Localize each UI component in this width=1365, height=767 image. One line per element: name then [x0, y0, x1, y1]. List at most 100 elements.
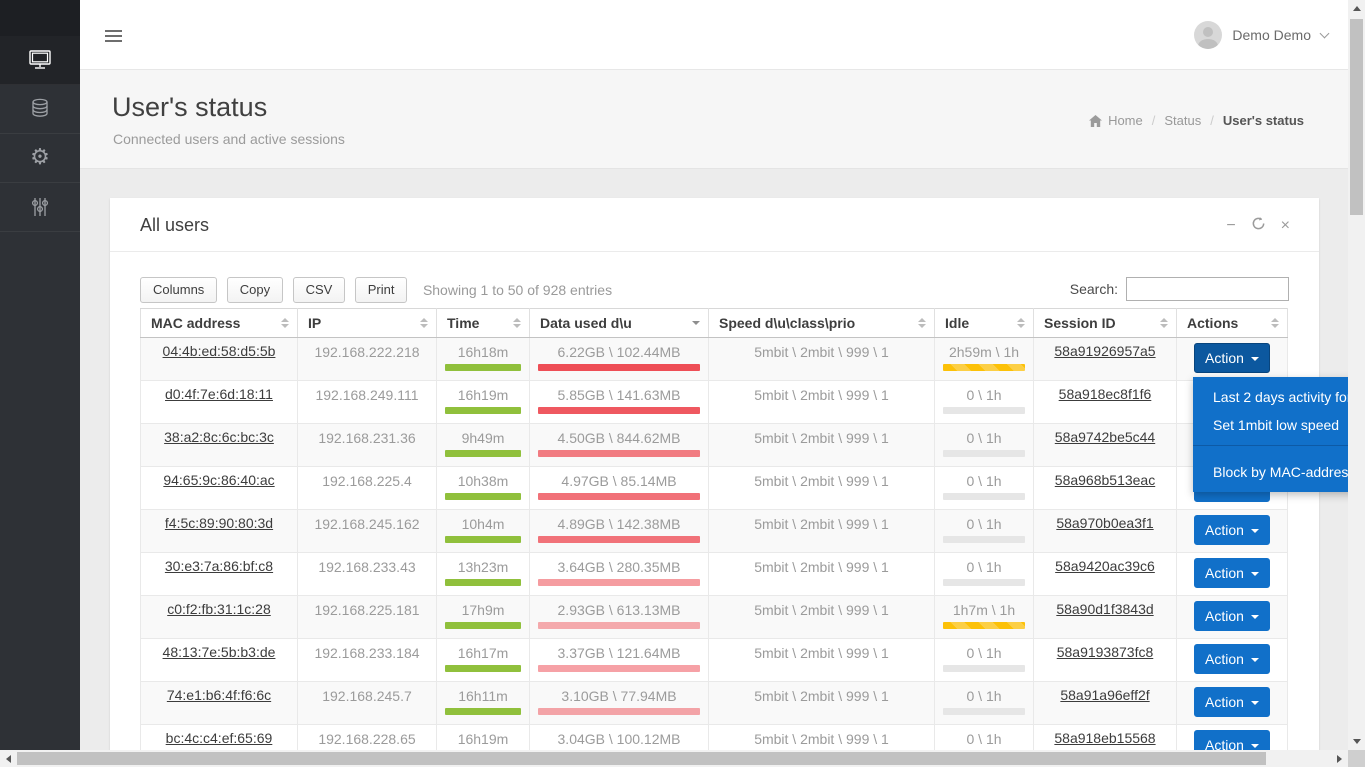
menu-item-block-by-mac[interactable]: Block by MAC-address [1193, 458, 1365, 486]
column-header[interactable]: Speed d\u\class\prio [708, 308, 935, 338]
idle-progress-bar [943, 493, 1025, 500]
mac-link[interactable]: d0:4f:7e:6d:18:11 [165, 386, 273, 402]
breadcrumb-separator: / [1210, 113, 1214, 128]
idle-cell: 0 \ 1h [934, 509, 1034, 553]
action-button[interactable]: Action [1194, 687, 1270, 717]
session-link[interactable]: 58a918eb15568 [1054, 730, 1155, 746]
table-row: 94:65:9c:86:40:ac 192.168.225.4 10h38m 4… [140, 466, 1288, 510]
session-cell: 58a968b513eac [1033, 466, 1177, 510]
column-header[interactable]: Time [436, 308, 530, 338]
session-cell: 58a9420ac39c6 [1033, 552, 1177, 596]
mac-link[interactable]: 30:e3:7a:86:bf:c8 [165, 558, 273, 574]
time-progress-bar [445, 364, 521, 371]
breadcrumb-home-link[interactable]: Home [1108, 113, 1143, 128]
sort-icon [918, 318, 926, 328]
time-progress-bar [445, 622, 521, 629]
search-input[interactable] [1126, 277, 1289, 301]
action-button[interactable]: Action [1194, 644, 1270, 674]
refresh-icon[interactable] [1251, 216, 1266, 236]
scroll-left-arrow-icon[interactable] [0, 750, 17, 767]
session-link[interactable]: 58a9193873fc8 [1057, 644, 1154, 660]
sidebar-logo-area [0, 0, 80, 36]
idle-cell: 0 \ 1h [934, 466, 1034, 510]
mac-link[interactable]: 48:13:7e:5b:b3:de [163, 644, 276, 660]
mac-link[interactable]: 74:e1:b6:4f:f6:6c [167, 687, 271, 703]
vertical-scrollbar[interactable] [1348, 0, 1365, 750]
data-progress-bar [538, 536, 700, 543]
column-header[interactable]: Idle [934, 308, 1034, 338]
data-progress-bar [538, 493, 700, 500]
scroll-up-arrow-icon[interactable] [1348, 0, 1365, 17]
action-button[interactable]: Action [1194, 343, 1270, 373]
panel-header: All users − × [110, 198, 1319, 252]
speed-cell: 5mbit \ 2mbit \ 999 \ 1 [708, 638, 935, 682]
print-button[interactable]: Print [354, 277, 408, 303]
sidebar-item-database[interactable] [0, 85, 80, 134]
mac-link[interactable]: bc:4c:c4:ef:65:69 [166, 730, 273, 746]
mac-cell: 30:e3:7a:86:bf:c8 [140, 552, 298, 596]
menu-item-set-low-speed[interactable]: Set 1mbit low speed [1193, 411, 1365, 439]
time-progress-bar [445, 665, 521, 672]
close-icon[interactable]: × [1281, 217, 1290, 235]
column-header[interactable]: Data used d\u [529, 308, 709, 338]
database-icon [28, 97, 52, 121]
session-link[interactable]: 58a918ec8f1f6 [1059, 386, 1152, 402]
mac-link[interactable]: f4:5c:89:90:80:3d [165, 515, 273, 531]
menu-item-last-2-days-activity[interactable]: Last 2 days activity for t [1193, 383, 1365, 411]
data-used-cell: 6.22GB \ 102.44MB [529, 337, 709, 381]
sidebar-item-settings[interactable]: ⚙ [0, 134, 80, 183]
idle-progress-bar [943, 665, 1025, 672]
column-header[interactable]: Actions [1176, 308, 1288, 338]
mac-link[interactable]: c0:f2:fb:31:1c:28 [167, 601, 271, 617]
ip-cell: 192.168.225.4 [297, 466, 437, 510]
data-used-cell: 3.64GB \ 280.35MB [529, 552, 709, 596]
data-progress-bar [538, 708, 700, 715]
session-link[interactable]: 58a9420ac39c6 [1055, 558, 1155, 574]
data-used-cell: 4.97GB \ 85.14MB [529, 466, 709, 510]
scroll-right-arrow-icon[interactable] [1331, 750, 1348, 767]
user-menu[interactable]: Demo Demo [1194, 0, 1330, 70]
ip-cell: 192.168.249.111 [297, 380, 437, 424]
copy-button[interactable]: Copy [226, 277, 284, 303]
mac-link[interactable]: 04:4b:ed:58:d5:5b [163, 343, 276, 359]
panel-title: All users [140, 215, 210, 235]
sidebar-item-tools[interactable] [0, 183, 80, 232]
csv-button[interactable]: CSV [292, 277, 346, 303]
collapse-icon[interactable]: − [1226, 217, 1235, 235]
speed-cell: 5mbit \ 2mbit \ 999 \ 1 [708, 466, 935, 510]
session-link[interactable]: 58a970b0ea3f1 [1056, 515, 1153, 531]
avatar [1194, 21, 1223, 49]
mac-cell: c0:f2:fb:31:1c:28 [140, 595, 298, 639]
columns-button[interactable]: Columns [140, 277, 218, 303]
vertical-scrollbar-thumb[interactable] [1350, 19, 1363, 215]
caret-down-icon [1250, 529, 1259, 533]
column-header[interactable]: IP [297, 308, 437, 338]
horizontal-scrollbar-thumb[interactable] [17, 752, 1266, 765]
top-navbar: Demo Demo [80, 0, 1348, 70]
breadcrumb-status-link[interactable]: Status [1164, 113, 1201, 128]
horizontal-scrollbar[interactable] [0, 750, 1348, 767]
mac-link[interactable]: 38:a2:8c:6c:bc:3c [164, 429, 274, 445]
time-cell: 10h4m [436, 509, 530, 553]
session-link[interactable]: 58a90d1f3843d [1056, 601, 1153, 617]
table-row: c0:f2:fb:31:1c:28 192.168.225.181 17h9m … [140, 595, 1288, 639]
sidebar-item-status[interactable] [0, 36, 80, 85]
column-header[interactable]: Session ID [1033, 308, 1177, 338]
page-title: User's status [112, 92, 268, 122]
actions-cell: Action [1176, 337, 1288, 381]
hamburger-menu-icon[interactable] [105, 30, 122, 45]
action-button[interactable]: Action [1194, 601, 1270, 631]
gear-icon: ⚙ [30, 145, 50, 170]
session-link[interactable]: 58a9742be5c44 [1055, 429, 1155, 445]
action-button[interactable]: Action [1194, 515, 1270, 545]
column-header[interactable]: MAC address [140, 308, 298, 338]
session-cell: 58a970b0ea3f1 [1033, 509, 1177, 553]
session-link[interactable]: 58a91a96eff2f [1060, 687, 1149, 703]
action-button[interactable]: Action [1194, 558, 1270, 588]
scrollbar-corner [1348, 750, 1365, 767]
session-link[interactable]: 58a968b513eac [1055, 472, 1155, 488]
session-link[interactable]: 58a91926957a5 [1054, 343, 1155, 359]
monitor-icon [27, 49, 53, 71]
scroll-down-arrow-icon[interactable] [1348, 733, 1365, 750]
mac-link[interactable]: 94:65:9c:86:40:ac [163, 472, 274, 488]
